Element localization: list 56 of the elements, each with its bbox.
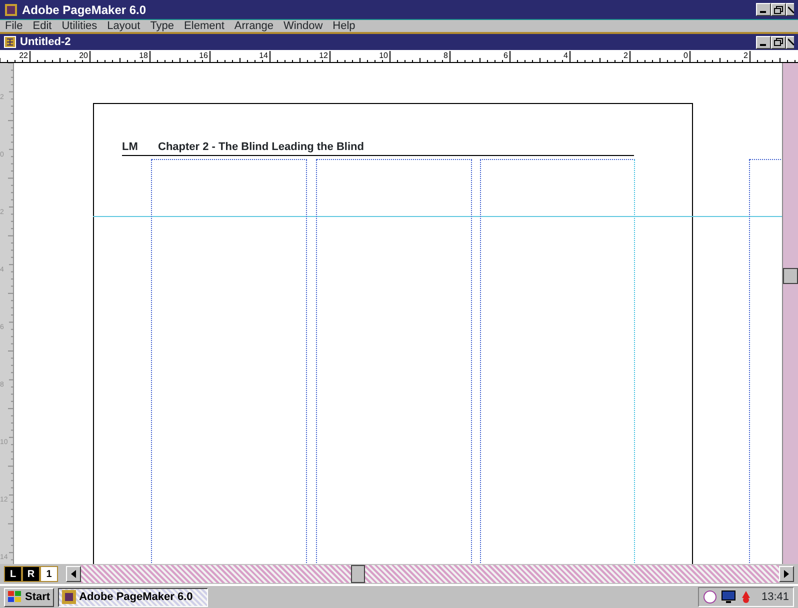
minimize-button[interactable] xyxy=(756,36,771,48)
page-icon[interactable]: L xyxy=(4,566,22,582)
menu-item[interactable]: Type xyxy=(145,18,180,34)
close-icon xyxy=(788,6,794,14)
app-icon xyxy=(62,590,76,604)
close-icon xyxy=(788,38,794,46)
ruler-number: 18 xyxy=(139,51,148,60)
restore-button[interactable] xyxy=(771,3,786,16)
restore-icon xyxy=(774,6,783,14)
left-arrow-icon xyxy=(71,570,76,578)
menu-item[interactable]: Edit xyxy=(28,18,57,34)
taskbar-button[interactable]: Adobe PageMaker 6.0 xyxy=(58,588,208,606)
scroll-left-button[interactable] xyxy=(66,566,81,582)
vertical-scrollbar[interactable] xyxy=(782,63,798,564)
menu-item[interactable]: File xyxy=(0,18,28,34)
ruler-number: 2 xyxy=(744,51,748,60)
menu-item[interactable]: Help xyxy=(328,18,360,34)
menu-item[interactable]: Window xyxy=(278,18,328,34)
page-icon[interactable]: 1 xyxy=(40,566,58,582)
menu-item[interactable]: Layout xyxy=(102,18,146,34)
document-icon xyxy=(4,36,16,48)
app-icon xyxy=(4,2,18,16)
clock: 13:41 xyxy=(761,590,789,605)
menu-item[interactable]: Element xyxy=(179,18,230,34)
ruler-number: 10 xyxy=(379,51,388,60)
window-title: Adobe PageMaker 6.0 xyxy=(22,2,146,18)
right-arrow-icon xyxy=(784,570,789,578)
close-button[interactable] xyxy=(786,3,794,16)
page-icon[interactable]: R xyxy=(22,566,40,582)
ruler-number: 4 xyxy=(564,51,568,60)
ruler-number: 22 xyxy=(19,51,28,60)
monitor-icon[interactable] xyxy=(721,590,738,604)
scroll-thumb[interactable] xyxy=(351,565,365,583)
start-button[interactable]: Start xyxy=(4,588,54,606)
scroll-right-button[interactable] xyxy=(779,566,794,582)
ruler-number: 8 xyxy=(444,51,448,60)
header-tag: LM xyxy=(122,139,138,156)
menu-item[interactable]: Arrange xyxy=(229,18,279,34)
ruler-number: 14 xyxy=(259,51,268,60)
ruler-number: 12 xyxy=(319,51,328,60)
header-title: Chapter 2 - The Blind Leading the Blind xyxy=(158,140,364,155)
restore-icon xyxy=(774,38,783,46)
scroll-thumb[interactable] xyxy=(783,268,798,284)
minimize-button[interactable] xyxy=(756,3,771,16)
windows-logo-icon xyxy=(8,591,22,603)
horizontal-scrollbar[interactable] xyxy=(81,565,779,583)
ruler-number: 20 xyxy=(79,51,88,60)
tray-icon[interactable] xyxy=(703,590,718,604)
ruler-number: 16 xyxy=(199,51,208,60)
restore-button[interactable] xyxy=(771,36,786,48)
ruler-number: 6 xyxy=(504,51,508,60)
document-title: Untitled-2 xyxy=(20,34,71,50)
ruler-number: 2 xyxy=(624,51,628,60)
ruler-number: 0 xyxy=(684,51,688,60)
menu-item[interactable]: Utilities xyxy=(56,18,102,34)
close-button[interactable] xyxy=(786,36,794,48)
